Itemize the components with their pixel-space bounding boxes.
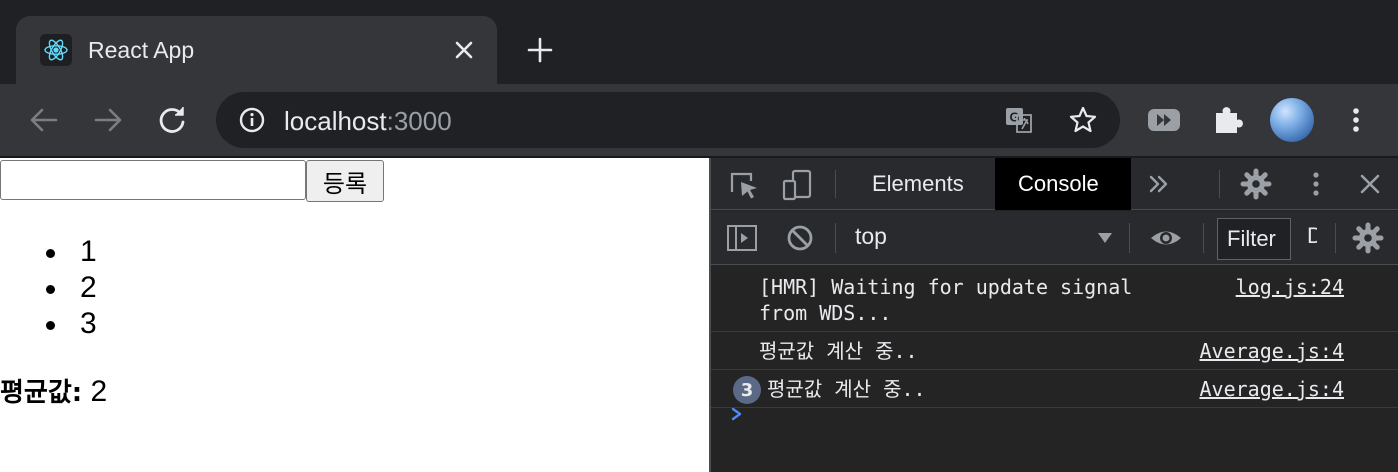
- toolbar-separator: [1203, 223, 1204, 253]
- default-levels-dropdown[interactable]: D: [1307, 223, 1317, 249]
- list-item: 2: [0, 270, 97, 306]
- url-port: :3000: [386, 106, 452, 136]
- settings-gear-icon[interactable]: [1239, 167, 1273, 201]
- site-info-icon[interactable]: [238, 106, 266, 134]
- filter-input[interactable]: Filter: [1217, 218, 1291, 260]
- register-button[interactable]: 등록: [306, 160, 384, 202]
- forward-arrow-icon[interactable]: [90, 102, 126, 138]
- translate-icon[interactable]: G: [1004, 105, 1034, 135]
- console-log: [HMR] Waiting for update signal from WDS…: [711, 266, 1398, 421]
- console-message: 3 평균값 계산 중.. Average.js:4: [711, 370, 1398, 408]
- more-tabs-chevron-icon[interactable]: [1141, 167, 1175, 201]
- new-tab-icon[interactable]: [524, 34, 556, 66]
- number-input[interactable]: [0, 160, 306, 200]
- svg-text:G: G: [1009, 110, 1019, 125]
- source-link[interactable]: Average.js:4: [1200, 376, 1345, 402]
- devtools-menu-icon[interactable]: [1299, 167, 1333, 201]
- media-forward-extension-icon[interactable]: [1146, 102, 1182, 138]
- tab-strip: React App: [0, 0, 1398, 84]
- toolbar-separator: [1335, 223, 1336, 253]
- react-logo-icon: [40, 34, 72, 66]
- context-selector[interactable]: top: [855, 223, 887, 250]
- tab-console[interactable]: Console: [995, 158, 1131, 210]
- console-message: [HMR] Waiting for update signal from WDS…: [711, 266, 1398, 332]
- message-text: 평균값 계산 중..: [767, 377, 926, 401]
- close-tab-icon[interactable]: [450, 36, 478, 64]
- source-link[interactable]: log.js:24: [1236, 274, 1344, 300]
- page-viewport: 등록 1 2 3 평균값: 2: [0, 158, 709, 472]
- url-host: localhost: [284, 106, 387, 136]
- sidebar-toggle-icon[interactable]: [725, 221, 759, 255]
- message-text: 평균값 계산 중..: [759, 339, 918, 363]
- console-toolbar: top Filter D: [711, 211, 1398, 265]
- close-devtools-icon[interactable]: [1353, 167, 1387, 201]
- toolbar-separator: [1129, 223, 1130, 253]
- devtools-panel: Elements Console top Filter D [HMR] Wait…: [709, 158, 1398, 472]
- url-text: localhost:3000: [284, 106, 452, 137]
- profile-avatar[interactable]: [1270, 98, 1314, 142]
- browser-toolbar: localhost:3000 G: [0, 84, 1398, 156]
- tab-title: React App: [88, 37, 195, 63]
- toolbar-separator: [1219, 170, 1220, 198]
- repeat-count-badge: 3: [733, 376, 761, 404]
- source-link[interactable]: Average.js:4: [1200, 338, 1345, 364]
- list-item: 3: [0, 306, 97, 342]
- console-message: 평균값 계산 중.. Average.js:4: [711, 332, 1398, 370]
- console-settings-gear-icon[interactable]: [1351, 221, 1385, 255]
- console-prompt-icon[interactable]: [729, 406, 745, 422]
- extensions-puzzle-icon[interactable]: [1210, 102, 1246, 138]
- back-arrow-icon[interactable]: [26, 102, 62, 138]
- device-toolbar-icon[interactable]: [781, 168, 815, 202]
- inspect-element-icon[interactable]: [727, 168, 761, 202]
- average-value: 2: [90, 375, 108, 408]
- toolbar-separator: [835, 170, 836, 198]
- tab-elements[interactable]: Elements: [855, 158, 995, 210]
- toolbar-separator: [835, 223, 836, 253]
- devtools-tab-bar: Elements Console: [711, 158, 1398, 210]
- address-bar[interactable]: localhost:3000 G: [216, 92, 1120, 148]
- bookmark-star-icon[interactable]: [1068, 105, 1098, 135]
- reload-icon[interactable]: [154, 102, 190, 138]
- dropdown-arrow-icon: [1097, 231, 1113, 245]
- message-text: [HMR] Waiting for update signal from WDS…: [759, 275, 1133, 325]
- more-menu-icon[interactable]: [1338, 102, 1374, 138]
- average-label: 평균값:: [0, 378, 83, 408]
- number-list: 1 2 3: [0, 234, 97, 342]
- browser-tab[interactable]: React App: [16, 16, 497, 84]
- list-item: 1: [0, 234, 97, 270]
- clear-console-icon[interactable]: [783, 221, 817, 255]
- average-display: 평균값: 2: [0, 374, 107, 411]
- live-expression-eye-icon[interactable]: [1149, 221, 1183, 255]
